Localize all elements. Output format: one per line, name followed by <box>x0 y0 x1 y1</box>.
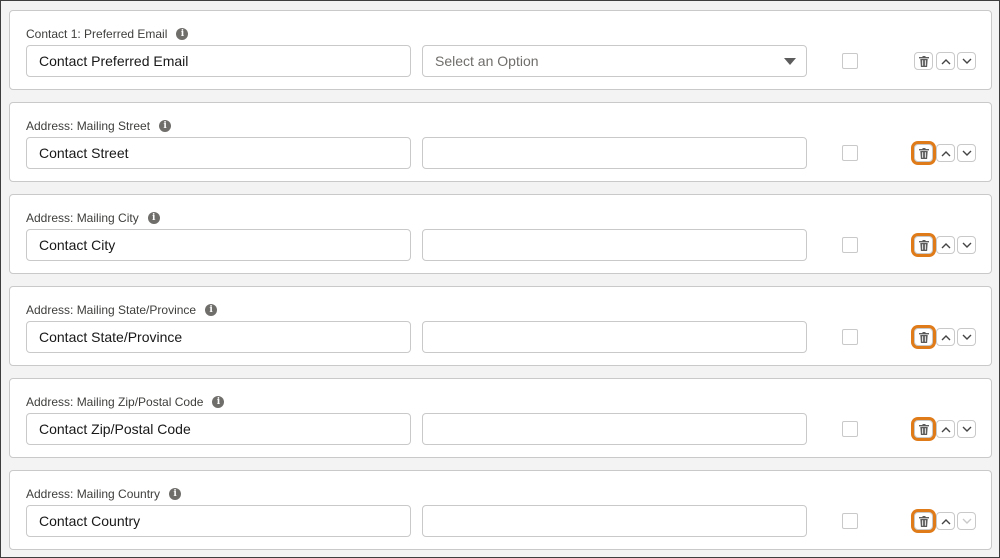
field-name-input[interactable]: Contact City <box>26 229 411 261</box>
chevron-up-icon <box>941 58 950 64</box>
chevron-down-icon <box>962 58 971 64</box>
info-icon[interactable]: i <box>169 488 182 500</box>
row-checkbox[interactable] <box>842 513 858 529</box>
delete-button[interactable] <box>914 328 933 346</box>
trash-icon <box>918 239 929 251</box>
row-label: Address: Mailing City i <box>26 211 160 225</box>
chevron-up-icon <box>941 518 950 524</box>
caret-down-icon <box>784 58 796 65</box>
row-label: Address: Mailing State/Province i <box>26 303 218 317</box>
move-up-button[interactable] <box>936 236 955 254</box>
row-label: Address: Mailing Zip/Postal Code i <box>26 395 225 409</box>
mapping-row: Address: Mailing Street i Contact Street <box>9 102 992 182</box>
chevron-down-icon <box>962 518 971 524</box>
row-checkbox[interactable] <box>842 421 858 437</box>
delete-button[interactable] <box>914 512 933 530</box>
row-checkbox[interactable] <box>842 53 858 69</box>
row-checkbox[interactable] <box>842 237 858 253</box>
chevron-down-icon <box>962 426 971 432</box>
chevron-up-icon <box>941 150 950 156</box>
mapping-input[interactable] <box>422 229 807 261</box>
chevron-down-icon <box>962 334 971 340</box>
mapping-input[interactable] <box>422 413 807 445</box>
delete-button[interactable] <box>914 52 933 70</box>
delete-button[interactable] <box>914 236 933 254</box>
row-label: Address: Mailing Country i <box>26 487 182 501</box>
move-down-button[interactable] <box>957 144 976 162</box>
chevron-down-icon <box>962 242 971 248</box>
mapping-row: Address: Mailing State/Province i Contac… <box>9 286 992 366</box>
move-down-button[interactable] <box>957 420 976 438</box>
field-name-input[interactable]: Contact Preferred Email <box>26 45 411 77</box>
field-name-input[interactable]: Contact State/Province <box>26 321 411 353</box>
chevron-up-icon <box>941 334 950 340</box>
mapping-input[interactable] <box>422 505 807 537</box>
field-name-input[interactable]: Contact Street <box>26 137 411 169</box>
chevron-up-icon <box>941 426 950 432</box>
info-icon[interactable]: i <box>159 120 172 132</box>
mapping-row: Address: Mailing Zip/Postal Code i Conta… <box>9 378 992 458</box>
chevron-down-icon <box>962 150 971 156</box>
info-icon[interactable]: i <box>176 28 189 40</box>
row-label: Address: Mailing Street i <box>26 119 172 133</box>
mapping-input[interactable] <box>422 321 807 353</box>
move-up-button[interactable] <box>936 144 955 162</box>
trash-icon <box>918 515 929 527</box>
chevron-up-icon <box>941 242 950 248</box>
move-up-button[interactable] <box>936 52 955 70</box>
mapping-row: Contact 1: Preferred Email i Contact Pre… <box>9 10 992 90</box>
move-down-button[interactable] <box>957 52 976 70</box>
mapping-input[interactable] <box>422 137 807 169</box>
delete-button[interactable] <box>914 144 933 162</box>
move-up-button[interactable] <box>936 512 955 530</box>
row-checkbox[interactable] <box>842 145 858 161</box>
move-down-button[interactable] <box>957 236 976 254</box>
move-up-button[interactable] <box>936 328 955 346</box>
delete-button[interactable] <box>914 420 933 438</box>
move-down-button[interactable] <box>957 328 976 346</box>
row-checkbox[interactable] <box>842 329 858 345</box>
info-icon[interactable]: i <box>205 304 218 316</box>
trash-icon <box>918 423 929 435</box>
mapping-row: Address: Mailing City i Contact City <box>9 194 992 274</box>
move-down-button <box>957 512 976 530</box>
field-name-input[interactable]: Contact Country <box>26 505 411 537</box>
mapping-select[interactable]: Select an Option <box>422 45 807 77</box>
info-icon[interactable]: i <box>147 212 160 224</box>
row-label: Contact 1: Preferred Email i <box>26 27 189 41</box>
trash-icon <box>918 147 929 159</box>
trash-icon <box>918 331 929 343</box>
move-up-button[interactable] <box>936 420 955 438</box>
info-icon[interactable]: i <box>212 396 225 408</box>
trash-icon <box>918 55 929 67</box>
field-name-input[interactable]: Contact Zip/Postal Code <box>26 413 411 445</box>
mapping-row: Address: Mailing Country i Contact Count… <box>9 470 992 550</box>
